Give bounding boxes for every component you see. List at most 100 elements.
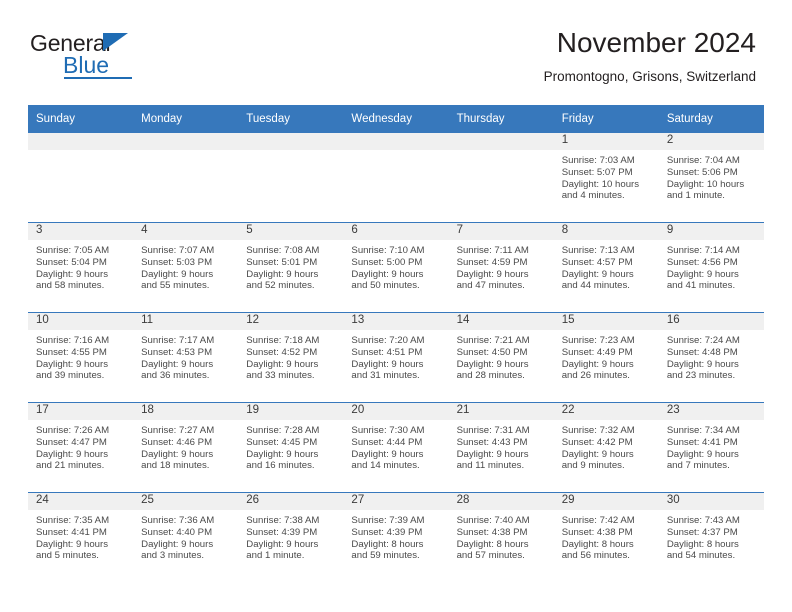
calendar-day-cell[interactable]: 23 Sunrise: 7:34 AM Sunset: 4:41 PM Dayligh… — [658, 402, 764, 493]
day-number — [133, 133, 239, 150]
day-details: Sunrise: 7:13 AM Sunset: 4:57 PM Daylight:… — [554, 240, 659, 292]
day-detail-line: Sunset: 5:00 PM — [351, 256, 423, 268]
day-detail-line: Sunrise: 7:08 AM — [246, 245, 320, 256]
day-detail-line: Daylight: 9 hours — [666, 358, 739, 370]
day-detail-line: Daylight: 8 hours — [351, 538, 424, 550]
day-detail-line: and 3 minutes. — [141, 550, 205, 562]
day-detail-line: and 59 minutes. — [351, 550, 420, 562]
day-detail-line: Daylight: 10 hours — [666, 178, 745, 190]
calendar-day-cell[interactable]: 25 Sunrise: 7:36 AM Sunset: 4:40 PM Dayligh… — [133, 492, 239, 582]
day-details: Sunrise: 7:08 AM Sunset: 5:01 PM Daylight:… — [238, 240, 343, 292]
day-detail-line: Daylight: 9 hours — [351, 358, 424, 370]
day-detail-line: Sunset: 4:37 PM — [666, 526, 738, 538]
day-number: 4 — [133, 223, 239, 240]
calendar-day-cell[interactable]: 22 Sunrise: 7:32 AM Sunset: 4:42 PM Dayligh… — [553, 402, 659, 493]
day-detail-line: Sunrise: 7:13 AM — [561, 245, 635, 256]
calendar-day-cell[interactable]: 8 Sunrise: 7:13 AM Sunset: 4:57 PM Daylight… — [553, 222, 659, 313]
calendar-week-row: 3 Sunrise: 7:05 AM Sunset: 5:04 PM Daylight… — [28, 222, 764, 313]
day-detail-line: and 9 minutes. — [561, 460, 625, 472]
calendar-day-cell[interactable]: 30 Sunrise: 7:43 AM Sunset: 4:37 PM Dayligh… — [658, 492, 764, 582]
day-detail-line: Sunrise: 7:24 AM — [666, 335, 740, 346]
weekday-header-friday: Friday — [553, 105, 659, 133]
day-detail-line: Daylight: 8 hours — [666, 538, 739, 550]
calendar-week-row: 1 Sunrise: 7:03 AM Sunset: 5:07 PM Daylight… — [28, 133, 764, 223]
weekday-header-monday: Monday — [133, 105, 239, 133]
weekday-header-tuesday: Tuesday — [238, 105, 344, 133]
calendar-day-cell[interactable]: 16 Sunrise: 7:24 AM Sunset: 4:48 PM Dayligh… — [658, 312, 764, 403]
calendar-day-cell[interactable]: 19 Sunrise: 7:28 AM Sunset: 4:45 PM Dayligh… — [238, 402, 344, 493]
calendar-day-cell[interactable]: 13 Sunrise: 7:20 AM Sunset: 4:51 PM Dayligh… — [343, 312, 449, 403]
calendar-day-cell[interactable]: 2 Sunrise: 7:04 AM Sunset: 5:06 PM Daylight… — [658, 133, 764, 223]
calendar-day-cell[interactable]: 21 Sunrise: 7:31 AM Sunset: 4:43 PM Dayligh… — [448, 402, 554, 493]
day-detail-line: Sunset: 5:01 PM — [246, 256, 318, 268]
day-number: 10 — [28, 313, 134, 330]
title-block: November 2024 Promontogno, Grisons, Swit… — [544, 26, 756, 87]
day-number: 22 — [553, 403, 659, 420]
day-number — [343, 133, 449, 150]
day-detail-line: and 7 minutes. — [666, 460, 730, 472]
day-detail-line: Sunrise: 7:39 AM — [351, 515, 425, 526]
day-detail-line: Sunrise: 7:17 AM — [141, 335, 215, 346]
calendar-day-cell[interactable]: 24 Sunrise: 7:35 AM Sunset: 4:41 PM Dayligh… — [28, 492, 134, 582]
calendar-day-cell[interactable]: 1 Sunrise: 7:03 AM Sunset: 5:07 PM Daylight… — [553, 133, 659, 223]
day-details: Sunrise: 7:30 AM Sunset: 4:44 PM Daylight:… — [343, 420, 448, 472]
day-detail-line: Sunset: 4:41 PM — [666, 436, 738, 448]
calendar-day-cell[interactable]: 28 Sunrise: 7:40 AM Sunset: 4:38 PM Dayligh… — [448, 492, 554, 582]
day-detail-line: Daylight: 9 hours — [456, 268, 529, 280]
day-detail-line: Sunset: 5:06 PM — [666, 166, 738, 178]
calendar-day-cell[interactable]: 9 Sunrise: 7:14 AM Sunset: 4:56 PM Daylight… — [658, 222, 764, 313]
day-detail-line: Daylight: 9 hours — [666, 268, 739, 280]
day-details: Sunrise: 7:23 AM Sunset: 4:49 PM Daylight:… — [554, 330, 659, 382]
calendar-day-cell-empty — [133, 133, 239, 223]
day-detail-line: Sunrise: 7:36 AM — [141, 515, 215, 526]
day-detail-line: Daylight: 9 hours — [36, 538, 108, 550]
calendar-day-cell[interactable]: 15 Sunrise: 7:23 AM Sunset: 4:49 PM Dayligh… — [553, 312, 659, 403]
day-detail-line: Sunset: 4:55 PM — [36, 346, 107, 358]
calendar-day-cell[interactable]: 6 Sunrise: 7:10 AM Sunset: 5:00 PM Daylight… — [343, 222, 449, 313]
calendar-day-cell[interactable]: 12 Sunrise: 7:18 AM Sunset: 4:52 PM Dayligh… — [238, 312, 344, 403]
calendar-day-cell[interactable]: 18 Sunrise: 7:27 AM Sunset: 4:46 PM Dayligh… — [133, 402, 239, 493]
day-detail-line: Daylight: 8 hours — [561, 538, 634, 550]
day-detail-line: Sunset: 4:57 PM — [561, 256, 633, 268]
day-detail-line: Sunrise: 7:32 AM — [561, 425, 635, 436]
calendar-page: General Blue November 2024 Promontogno, … — [0, 0, 792, 612]
day-details: Sunrise: 7:03 AM Sunset: 5:07 PM Daylight:… — [554, 150, 659, 202]
calendar-day-cell[interactable]: 11 Sunrise: 7:17 AM Sunset: 4:53 PM Dayligh… — [133, 312, 239, 403]
calendar-day-cell[interactable]: 20 Sunrise: 7:30 AM Sunset: 4:44 PM Dayligh… — [343, 402, 449, 493]
day-detail-line: Sunrise: 7:26 AM — [36, 425, 110, 436]
day-detail-line: Sunrise: 7:23 AM — [561, 335, 635, 346]
day-detail-line: and 16 minutes. — [246, 460, 315, 472]
day-number: 30 — [658, 493, 764, 510]
day-detail-line: Sunrise: 7:40 AM — [456, 515, 530, 526]
calendar-day-cell[interactable]: 4 Sunrise: 7:07 AM Sunset: 5:03 PM Daylight… — [133, 222, 239, 313]
day-detail-line: and 14 minutes. — [351, 460, 420, 472]
day-number: 8 — [553, 223, 659, 240]
day-detail-line: Daylight: 8 hours — [456, 538, 529, 550]
day-detail-line: Sunrise: 7:34 AM — [666, 425, 740, 436]
calendar-day-cell[interactable]: 14 Sunrise: 7:21 AM Sunset: 4:50 PM Dayligh… — [448, 312, 554, 403]
day-detail-line: Sunset: 4:48 PM — [666, 346, 738, 358]
day-detail-line: and 57 minutes. — [456, 550, 525, 562]
day-details: Sunrise: 7:07 AM Sunset: 5:03 PM Daylight:… — [133, 240, 238, 292]
general-blue-logo[interactable]: General Blue — [30, 30, 200, 88]
day-detail-line: and 21 minutes. — [36, 460, 105, 472]
day-detail-line: Sunrise: 7:43 AM — [666, 515, 740, 526]
calendar-day-cell[interactable]: 7 Sunrise: 7:11 AM Sunset: 4:59 PM Daylight… — [448, 222, 554, 313]
day-detail-line: Sunrise: 7:07 AM — [141, 245, 215, 256]
day-details: Sunrise: 7:04 AM Sunset: 5:06 PM Daylight:… — [659, 150, 764, 202]
calendar-day-cell[interactable]: 5 Sunrise: 7:08 AM Sunset: 5:01 PM Daylight… — [238, 222, 344, 313]
calendar-day-cell[interactable]: 27 Sunrise: 7:39 AM Sunset: 4:39 PM Dayligh… — [343, 492, 449, 582]
day-details: Sunrise: 7:34 AM Sunset: 4:41 PM Daylight:… — [659, 420, 764, 472]
day-details: Sunrise: 7:31 AM Sunset: 4:43 PM Daylight:… — [449, 420, 554, 472]
day-detail-line: Daylight: 9 hours — [36, 358, 108, 370]
day-number: 28 — [448, 493, 554, 510]
day-number: 1 — [553, 133, 659, 150]
calendar-day-cell[interactable]: 29 Sunrise: 7:42 AM Sunset: 4:38 PM Dayligh… — [553, 492, 659, 582]
day-detail-line: and 33 minutes. — [246, 370, 315, 382]
calendar-day-cell[interactable]: 26 Sunrise: 7:38 AM Sunset: 4:39 PM Dayligh… — [238, 492, 344, 582]
weekday-header-saturday: Saturday — [658, 105, 764, 133]
calendar-day-cell[interactable]: 3 Sunrise: 7:05 AM Sunset: 5:04 PM Daylight… — [28, 222, 134, 313]
day-detail-line: and 54 minutes. — [666, 550, 736, 562]
calendar-day-cell[interactable]: 10 Sunrise: 7:16 AM Sunset: 4:55 PM Dayligh… — [28, 312, 134, 403]
calendar-day-cell[interactable]: 17 Sunrise: 7:26 AM Sunset: 4:47 PM Dayligh… — [28, 402, 134, 493]
